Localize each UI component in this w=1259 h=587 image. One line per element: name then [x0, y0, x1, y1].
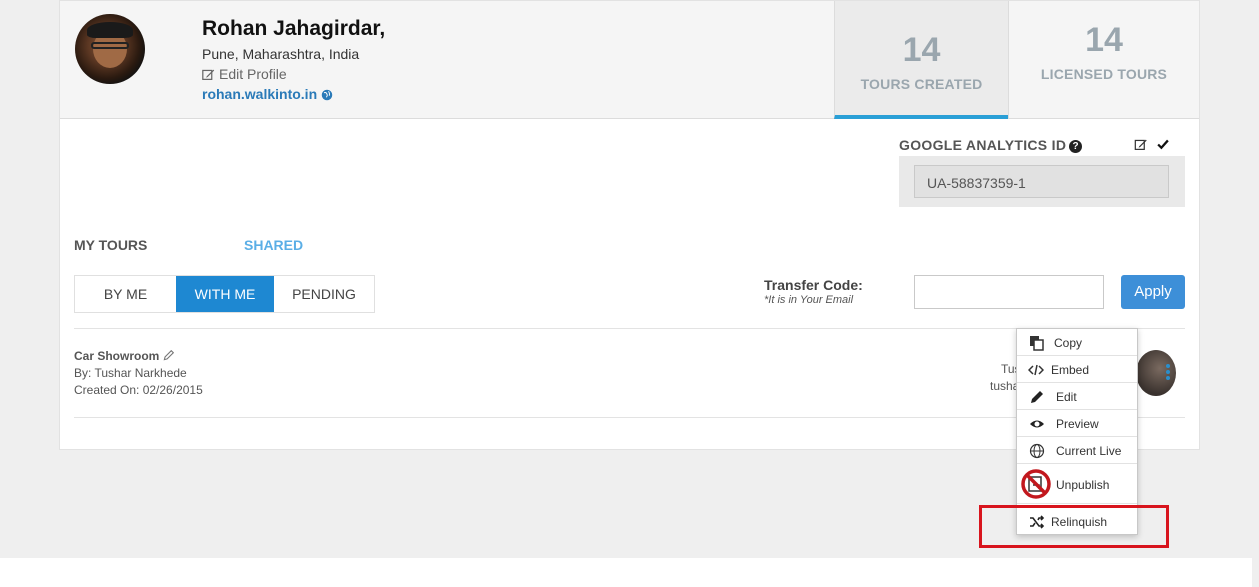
menu-item-embed[interactable]: Embed: [1017, 356, 1137, 383]
share-filter: BY ME WITH ME PENDING: [74, 275, 375, 313]
tours-created-stat[interactable]: 14 TOURS CREATED: [834, 1, 1008, 119]
globe-icon: [1029, 443, 1045, 459]
apply-button[interactable]: Apply: [1121, 275, 1185, 309]
transfer-code-input[interactable]: [914, 275, 1104, 309]
code-icon: [1028, 364, 1044, 376]
footer-strip: [0, 558, 1252, 587]
profile-location: Pune, Maharashtra, India: [202, 46, 360, 62]
menu-item-copy[interactable]: Copy: [1017, 329, 1137, 356]
eye-icon: [1030, 420, 1044, 428]
edit-profile-label: Edit Profile: [219, 66, 287, 82]
profile-header: Rohan Jahagirdar, Pune, Maharashtra, Ind…: [60, 1, 1199, 119]
menu-item-unpublish[interactable]: Unpublish: [1017, 464, 1137, 504]
globe-icon: [321, 89, 333, 101]
filter-pending[interactable]: PENDING: [274, 276, 374, 312]
copy-icon: [1030, 336, 1044, 351]
owner-email: tusha: [990, 379, 1020, 393]
tour-title[interactable]: Car Showroom: [74, 349, 175, 363]
menu-item-edit[interactable]: Edit: [1017, 383, 1137, 410]
licensed-tours-stat[interactable]: 14 LICENSED TOURS: [1008, 1, 1199, 119]
pencil-icon[interactable]: [163, 349, 175, 361]
profile-name: Rohan Jahagirdar,: [202, 17, 386, 40]
analytics-actions: [1130, 138, 1170, 154]
analytics-box: UA-58837359-1: [899, 156, 1185, 207]
pencil-icon: [1031, 391, 1043, 403]
analytics-id-field[interactable]: UA-58837359-1: [914, 165, 1169, 198]
help-icon[interactable]: ?: [1069, 140, 1083, 153]
menu-item-preview[interactable]: Preview: [1017, 410, 1137, 437]
tour-author: By: Tushar Narkhede: [74, 366, 187, 380]
tours-created-count: 14: [902, 31, 941, 69]
edit-icon[interactable]: [1134, 138, 1148, 154]
tab-my-tours[interactable]: MY TOURS: [74, 237, 147, 253]
filter-by-me[interactable]: BY ME: [75, 276, 176, 312]
unpublish-icon: [1021, 469, 1051, 499]
edit-icon: [202, 69, 215, 80]
tour-created-date: Created On: 02/26/2015: [74, 383, 203, 397]
edit-profile-link[interactable]: Edit Profile: [202, 66, 287, 82]
licensed-tours-label: LICENSED TOURS: [1040, 66, 1168, 82]
transfer-code-note: *It is in Your Email: [764, 294, 854, 306]
menu-item-current-live[interactable]: Current Live: [1017, 437, 1137, 464]
filter-with-me[interactable]: WITH ME: [176, 276, 274, 312]
more-options-icon[interactable]: [1166, 364, 1172, 382]
avatar: [75, 14, 145, 84]
highlight-annotation: [979, 505, 1169, 548]
website-link[interactable]: rohan.walkinto.in: [202, 86, 333, 102]
licensed-tours-count: 14: [1085, 21, 1123, 59]
check-icon[interactable]: [1156, 138, 1170, 154]
transfer-code-label: Transfer Code:: [764, 277, 863, 293]
tours-created-label: TOURS CREATED: [860, 76, 983, 92]
analytics-label: GOOGLE ANALYTICS ID?: [899, 137, 1083, 153]
tab-shared[interactable]: SHARED: [244, 237, 303, 253]
website-label: rohan.walkinto.in: [202, 86, 318, 102]
context-menu: Copy Embed Edit Preview Current Live Unp…: [1016, 328, 1138, 535]
